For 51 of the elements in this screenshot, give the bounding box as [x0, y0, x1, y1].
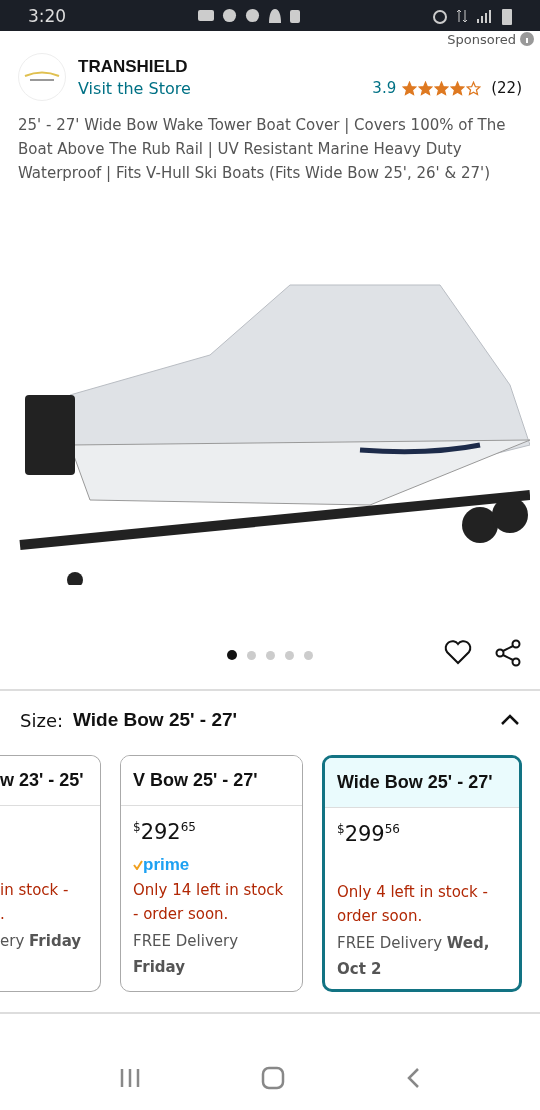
option-price: $^{$}$299$^{56}$	[337, 822, 400, 846]
brand-name: TRANSHIELD	[78, 56, 189, 77]
data-icon	[456, 7, 468, 24]
star-outline-icon	[466, 80, 482, 96]
info-icon[interactable]	[520, 32, 534, 46]
size-label: Size:	[20, 709, 63, 731]
option-title: w 23' - 25'	[0, 756, 100, 806]
chevron-up-icon[interactable]	[500, 714, 520, 726]
messenger-icon	[245, 8, 261, 23]
star-icon	[418, 80, 434, 96]
option-price: $^{$}$292$^{65}$	[133, 820, 196, 844]
review-count[interactable]: (22)	[491, 79, 522, 97]
rating-value: 3.9	[372, 79, 397, 97]
star-icon	[402, 80, 418, 96]
product-title: 25' - 27' Wide Bow Wake Tower Boat Cover | Covers 100% of The Boat Above The Rub Rail | UV Resistant Marine Heavy Duty Waterproof | Fits V-Hull Ski Boats (Fits Wide Bow 25', 26' & 27')	[18, 115, 507, 184]
signal-icon	[476, 7, 494, 24]
stock-notice: Only 4 left in stock - order soon.	[337, 882, 489, 927]
cup-icon	[290, 8, 301, 23]
alarm-icon	[432, 7, 448, 24]
heart-icon[interactable]	[444, 639, 472, 665]
carousel-dot[interactable]	[266, 650, 275, 660]
message-icon	[198, 8, 215, 23]
option-title: V Bow 25' - 27'	[121, 756, 302, 806]
size-option-card[interactable]: Wide Bow 25' - 27' $^{$}$299$^{56}$ Only 4 left in stock - order soon. FREE Delivery Wed, Oct 2	[322, 755, 522, 992]
stock-notice: Only 14 left in stock - order soon.	[133, 880, 285, 925]
battery-icon	[502, 6, 512, 25]
ghost-icon	[268, 8, 283, 23]
stock-notice: .	[0, 904, 6, 925]
star-icon	[450, 80, 466, 96]
recent-apps-icon[interactable]	[120, 1068, 141, 1088]
star-icon	[434, 80, 450, 96]
delivery-info: FREE Delivery Wed, Oct 2	[337, 933, 491, 980]
size-option-card[interactable]: V Bow 25' - 27' $^{$}$292$^{65}$ prime Only 14 left in stock - order soon. FREE Delivery Friday	[120, 755, 303, 992]
home-icon[interactable]	[261, 1066, 285, 1090]
prime-badge: prime	[133, 855, 190, 875]
carousel-dot[interactable]	[304, 650, 313, 660]
messenger-icon	[222, 8, 238, 23]
delivery-info: ery Friday	[0, 931, 83, 952]
size-value: Wide Bow 25' - 27'	[73, 709, 239, 731]
visit-store-link[interactable]: Visit the Store	[78, 78, 191, 98]
share-icon[interactable]	[494, 639, 522, 667]
size-option-card[interactable]: w 23' - 25' in stock - . ery Friday	[0, 755, 101, 992]
carousel-dot[interactable]	[285, 650, 294, 660]
back-icon[interactable]	[405, 1067, 420, 1089]
delivery-info: FREE Delivery Friday	[133, 931, 240, 978]
option-title: Wide Bow 25' - 27'	[325, 758, 519, 808]
carousel-dot[interactable]	[227, 650, 237, 660]
status-time: 3:20	[28, 5, 67, 26]
stock-notice: in stock -	[0, 880, 70, 901]
carousel-dot[interactable]	[247, 650, 256, 660]
sponsored-label: Sponsored	[447, 31, 516, 47]
